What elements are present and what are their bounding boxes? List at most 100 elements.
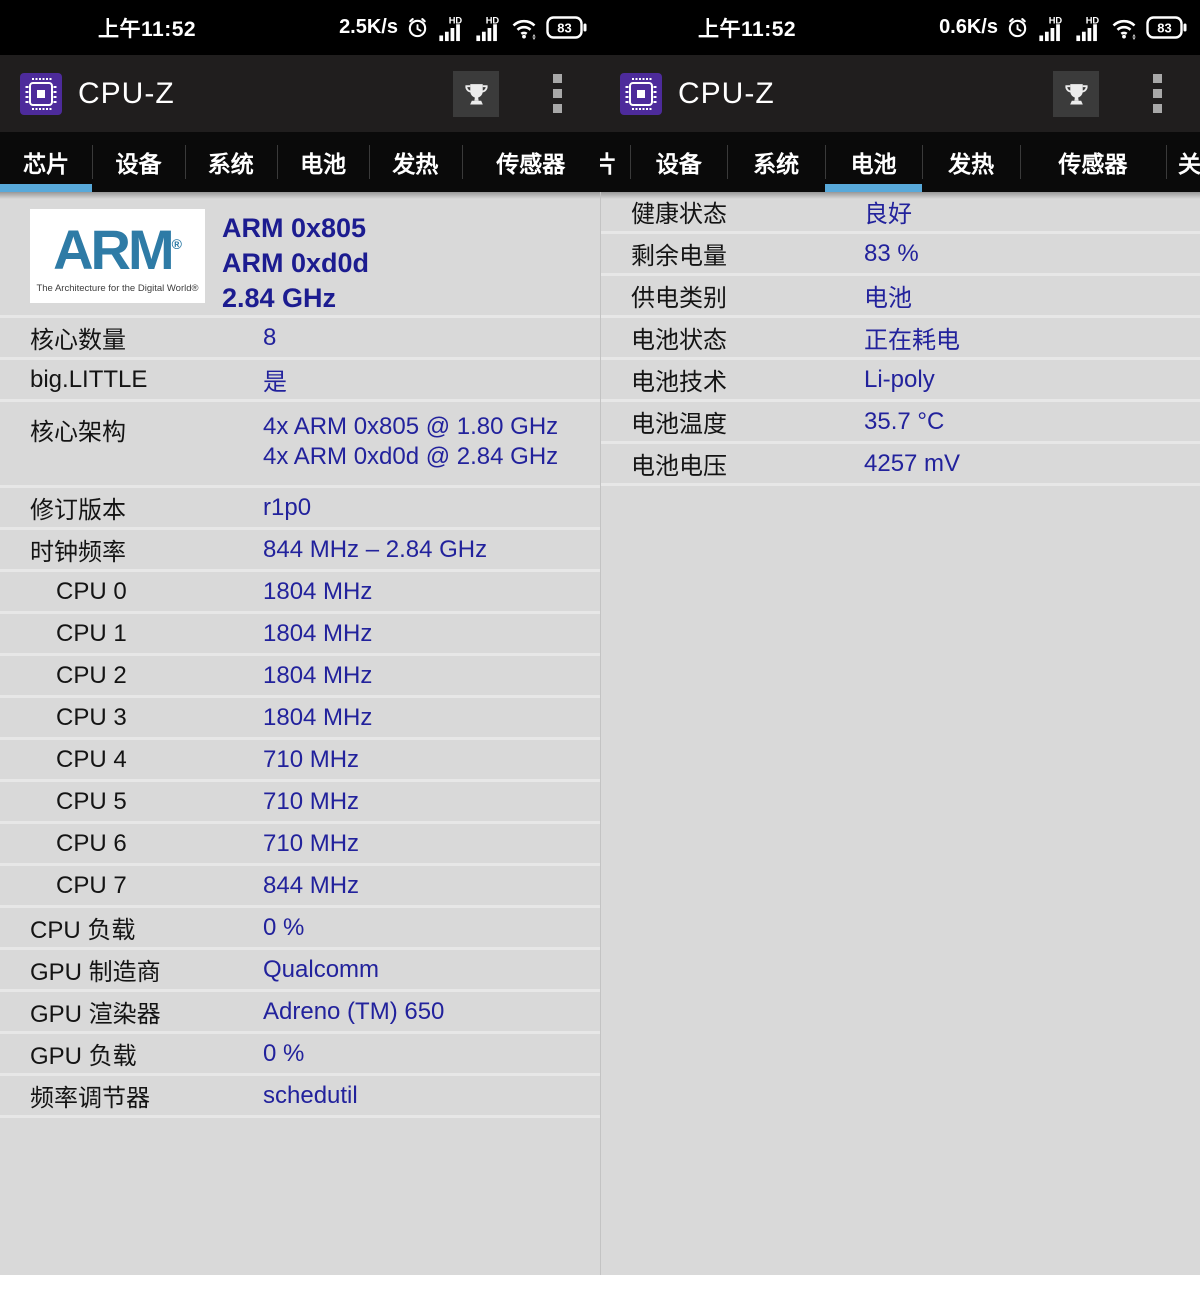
panel-soc: 上午11:52 2.5K/s HD HD — [0, 0, 600, 1275]
row-label: 电池温度 — [601, 404, 864, 439]
app-header: CPU-Z — [600, 55, 1200, 132]
tab[interactable]: 系统 — [727, 132, 824, 192]
tab[interactable]: 电池 — [825, 132, 922, 192]
tab[interactable]: 设备 — [630, 132, 727, 192]
row-label: GPU 制造商 — [0, 952, 263, 987]
table-row: CPU 5 710 MHz — [0, 782, 600, 824]
status-bar: 上午11:52 2.5K/s HD HD — [0, 0, 600, 55]
table-row: CPU 2 1804 MHz — [0, 656, 600, 698]
row-label: GPU 渲染器 — [0, 994, 263, 1029]
table-row: CPU 负载 0 % — [0, 908, 600, 950]
app-title: CPU-Z — [678, 77, 775, 111]
soc-table: 核心数量 8 big.LITTLE 是 核心架构 4x ARM 0x805 @ … — [0, 315, 600, 1118]
panel-battery: 上午11:52 0.6K/s HD HD — [600, 0, 1200, 1275]
row-value: r1p0 — [263, 494, 311, 522]
wifi-icon — [511, 16, 538, 40]
svg-text:HD: HD — [486, 15, 500, 25]
status-icons: 0.6K/s HD HD — [939, 14, 1187, 42]
soc-content: ARM® The Architecture for the Digital Wo… — [0, 192, 600, 1275]
status-time: 上午11:52 — [98, 13, 196, 43]
row-label: CPU 2 — [0, 662, 263, 690]
table-row: 电池状态 正在耗电 — [601, 318, 1200, 360]
signal-sim2-icon: HD — [1074, 14, 1103, 42]
trophy-icon — [1063, 80, 1090, 107]
row-label: 核心数量 — [0, 320, 263, 355]
cpuz-app-icon — [620, 73, 662, 115]
svg-text:83: 83 — [557, 21, 571, 36]
tab[interactable]: 传感器 — [1020, 132, 1166, 192]
bottom-gap — [0, 1275, 1200, 1300]
wifi-icon — [1111, 16, 1138, 40]
tab[interactable]: 系统 — [185, 132, 277, 192]
row-label: 核心架构 — [0, 412, 263, 447]
table-row: 电池电压 4257 mV — [601, 444, 1200, 486]
tab[interactable]: 芯片 — [0, 132, 92, 192]
table-row: CPU 7 844 MHz — [0, 866, 600, 908]
row-label: CPU 7 — [0, 872, 263, 900]
benchmark-trophy-button[interactable] — [1053, 71, 1099, 117]
table-row: 电池技术 Li-poly — [601, 360, 1200, 402]
table-row: 核心数量 8 — [0, 318, 600, 360]
status-time: 上午11:52 — [698, 13, 796, 43]
tab[interactable]: 传感器 — [462, 132, 600, 192]
row-value: Li-poly — [864, 366, 935, 394]
row-value: 0 % — [263, 914, 304, 942]
tab[interactable]: 电池 — [277, 132, 369, 192]
status-icons: 2.5K/s HD HD — [339, 14, 587, 42]
overflow-menu-button[interactable] — [1149, 70, 1166, 117]
row-value: 1804 MHz — [263, 704, 372, 732]
tab-bar: 片 设备 系统 电池 发热 传感器 关 — [600, 132, 1200, 192]
row-label: CPU 1 — [0, 620, 263, 648]
tab[interactable]: 设备 — [92, 132, 184, 192]
dual-screenshot: 上午11:52 2.5K/s HD HD — [0, 0, 1200, 1275]
row-value: 良好 — [864, 194, 912, 229]
row-value: 1804 MHz — [263, 662, 372, 690]
row-value: 83 % — [864, 240, 919, 268]
row-value: 0 % — [263, 1040, 304, 1068]
trophy-icon — [463, 80, 490, 107]
svg-text:HD: HD — [1086, 15, 1100, 25]
row-label: 供电类别 — [601, 278, 864, 313]
row-label: 电池技术 — [601, 362, 864, 397]
row-value: 1804 MHz — [263, 620, 372, 648]
table-row: CPU 6 710 MHz — [0, 824, 600, 866]
row-value: 710 MHz — [263, 830, 359, 858]
overflow-menu-button[interactable] — [549, 70, 566, 117]
cpuz-app-icon — [20, 73, 62, 115]
table-row: 剩余电量 83 % — [601, 234, 1200, 276]
row-value: Qualcomm — [263, 956, 379, 984]
table-row: big.LITTLE 是 — [0, 360, 600, 402]
benchmark-trophy-button[interactable] — [453, 71, 499, 117]
row-label: 时钟频率 — [0, 532, 263, 567]
row-value: Adreno (TM) 650 — [263, 998, 444, 1026]
row-label: GPU 负载 — [0, 1036, 263, 1071]
soc-header: ARM® The Architecture for the Digital Wo… — [0, 192, 600, 315]
tab[interactable]: 关 — [1166, 132, 1200, 192]
arm-logo: ARM® The Architecture for the Digital Wo… — [30, 209, 205, 303]
row-label: 电池状态 — [601, 320, 864, 355]
svg-text:HD: HD — [449, 15, 463, 25]
signal-sim1-icon: HD — [1037, 14, 1066, 42]
battery-table: 健康状态 良好 剩余电量 83 % 供电类别 电池 电池状态 正在耗电 电池技术… — [601, 192, 1200, 486]
app-title: CPU-Z — [78, 77, 175, 111]
signal-sim1-icon: HD — [437, 14, 466, 42]
table-row: CPU 1 1804 MHz — [0, 614, 600, 656]
row-value: 正在耗电 — [864, 320, 960, 355]
table-row: GPU 渲染器 Adreno (TM) 650 — [0, 992, 600, 1034]
table-row: GPU 负载 0 % — [0, 1034, 600, 1076]
tab[interactable]: 发热 — [922, 132, 1019, 192]
table-row: CPU 4 710 MHz — [0, 740, 600, 782]
row-label: 电池电压 — [601, 446, 864, 481]
battery-content: 健康状态 良好 剩余电量 83 % 供电类别 电池 电池状态 正在耗电 电池技术… — [600, 192, 1200, 1275]
tab[interactable]: 发热 — [369, 132, 461, 192]
table-row: GPU 制造商 Qualcomm — [0, 950, 600, 992]
table-row: 修订版本 r1p0 — [0, 488, 600, 530]
arm-tagline: The Architecture for the Digital World® — [30, 283, 205, 294]
table-row: 供电类别 电池 — [601, 276, 1200, 318]
network-speed: 0.6K/s — [939, 16, 998, 39]
row-value: 844 MHz – 2.84 GHz — [263, 536, 487, 564]
row-label: CPU 0 — [0, 578, 263, 606]
tab-bar: 芯片 设备 系统 电池 发热 传感器 — [0, 132, 600, 192]
row-value: 710 MHz — [263, 746, 359, 774]
tab[interactable]: 片 — [600, 132, 630, 192]
